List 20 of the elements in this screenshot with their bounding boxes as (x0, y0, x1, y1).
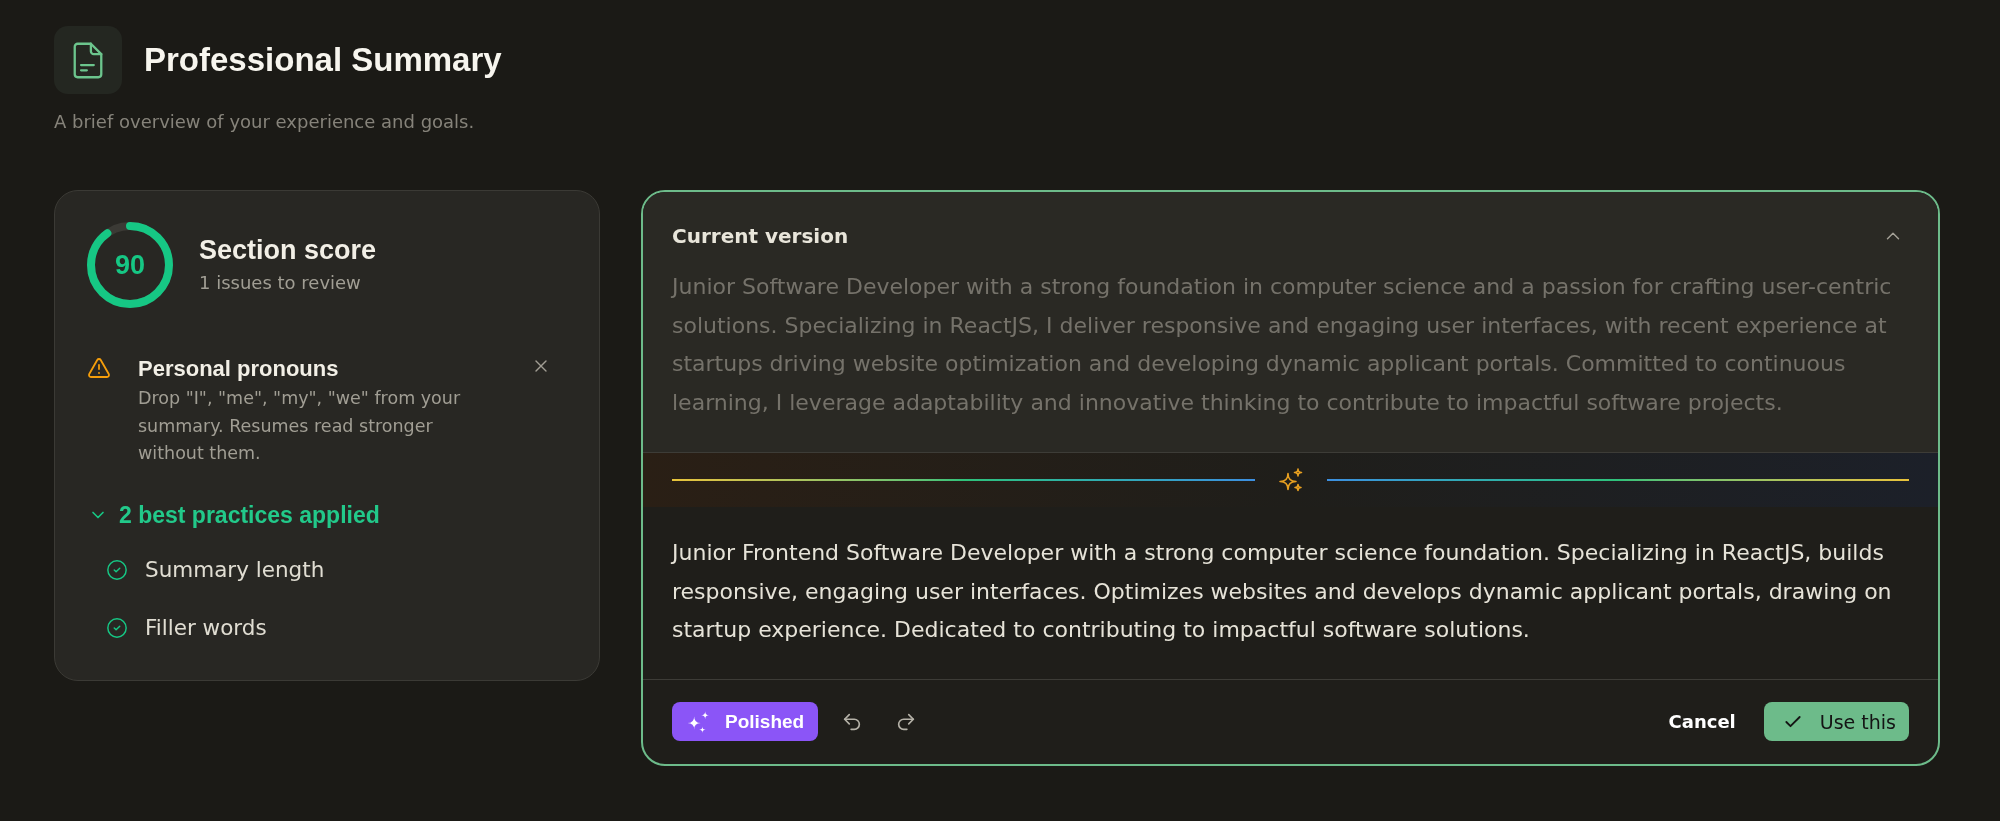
practice-label: Summary length (145, 555, 325, 584)
document-icon (54, 26, 122, 94)
score-subtitle: 1 issues to review (199, 271, 362, 295)
current-version-text: Junior Software Developer with a strong foundation in computer science and a passion for crafting user-centric solutions. Specializing in ReactJS, I deliver responsive and engaging user interfaces, with recent experience at startups driving website optimization and developing dynamic applicant portals. Committed to continuous learning, I leverage adaptability and innovative thinking to contribute to impactful software projects. (672, 273, 1893, 418)
best-practices-toggle[interactable]: 2 best practices applied (88, 499, 380, 530)
use-this-button[interactable]: Use this (1763, 702, 1909, 742)
practice-label: Filler words (145, 613, 267, 642)
sparkle-icon (1278, 467, 1303, 492)
page-title: Professional Summary (144, 40, 502, 80)
warning-icon (87, 356, 111, 380)
issue-description: Drop "I", "me", "my", "we" from your summary. Resumes read stronger without them. (138, 387, 462, 465)
sparkles-icon (687, 710, 709, 733)
page-subtitle: A brief overview of your experience and goals. (54, 111, 475, 133)
polished-button[interactable]: Polished (672, 702, 819, 742)
suggested-text: Junior Frontend Software Developer with a strong computer science foundation. Specializing in ReactJS, builds responsive, engaging user interfaces. Optimizes websites and develops dynamic applicant portals, drawing on startup experience. Dedicated to contributing to impactful software solutions. (672, 538, 1893, 645)
current-version-title: Current version (672, 223, 849, 250)
score-title: Section score (199, 235, 377, 265)
score-value: 90 (115, 250, 145, 280)
issue-title: Personal pronouns (138, 355, 339, 383)
cancel-button[interactable]: Cancel (1668, 702, 1736, 742)
